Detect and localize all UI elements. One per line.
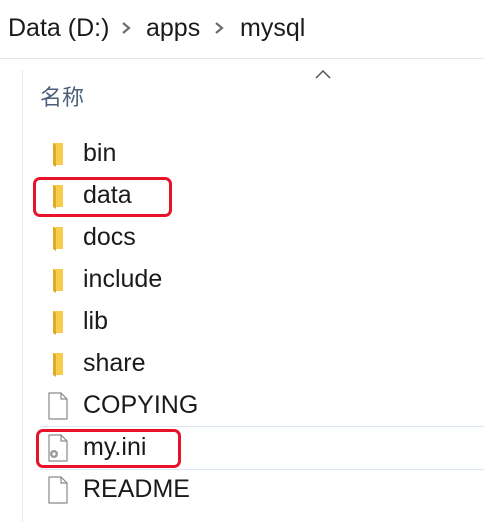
folder-icon xyxy=(53,143,63,167)
list-item-file-my-ini[interactable]: my.ini xyxy=(40,428,480,468)
list-item-label: data xyxy=(83,181,132,209)
sort-ascending-icon[interactable] xyxy=(314,68,332,80)
list-item-label: include xyxy=(83,265,163,293)
breadcrumb-item-apps[interactable]: apps xyxy=(146,12,200,44)
list-item-label: COPYING xyxy=(83,391,199,419)
list-item-folder-include[interactable]: include xyxy=(40,260,480,300)
address-breadcrumb: Data (D:) apps mysql xyxy=(0,0,484,59)
list-item-label: my.ini xyxy=(83,433,147,461)
list-item-label: lib xyxy=(83,307,109,335)
file-icon xyxy=(48,392,68,420)
list-item-folder-bin[interactable]: bin xyxy=(40,134,480,174)
breadcrumb-item-drive[interactable]: Data (D:) xyxy=(8,12,109,44)
pane-divider xyxy=(22,70,23,522)
list-item-folder-docs[interactable]: docs xyxy=(40,218,480,258)
list-item-label: README xyxy=(83,475,190,503)
folder-icon xyxy=(53,185,63,209)
list-item-folder-data[interactable]: data xyxy=(40,176,480,216)
breadcrumb-item-mysql[interactable]: mysql xyxy=(240,12,305,44)
list-item-folder-share[interactable]: share xyxy=(40,344,480,384)
folder-icon xyxy=(53,353,63,377)
chevron-right-icon[interactable] xyxy=(211,20,227,36)
list-item-label: docs xyxy=(83,223,136,251)
list-item-folder-lib[interactable]: lib xyxy=(40,302,480,342)
file-icon xyxy=(48,476,68,504)
folder-icon xyxy=(53,227,63,251)
column-header-name[interactable]: 名称 xyxy=(40,84,84,112)
list-item-label: share xyxy=(83,349,146,377)
chevron-right-icon[interactable] xyxy=(118,20,134,36)
list-item-file-copying[interactable]: COPYING xyxy=(40,386,480,426)
list-item-file-readme[interactable]: README xyxy=(40,470,480,510)
folder-icon xyxy=(53,311,63,335)
row-hover-border xyxy=(40,426,484,427)
list-item-label: bin xyxy=(83,139,117,167)
settings-file-icon xyxy=(48,434,68,462)
folder-icon xyxy=(53,269,63,293)
